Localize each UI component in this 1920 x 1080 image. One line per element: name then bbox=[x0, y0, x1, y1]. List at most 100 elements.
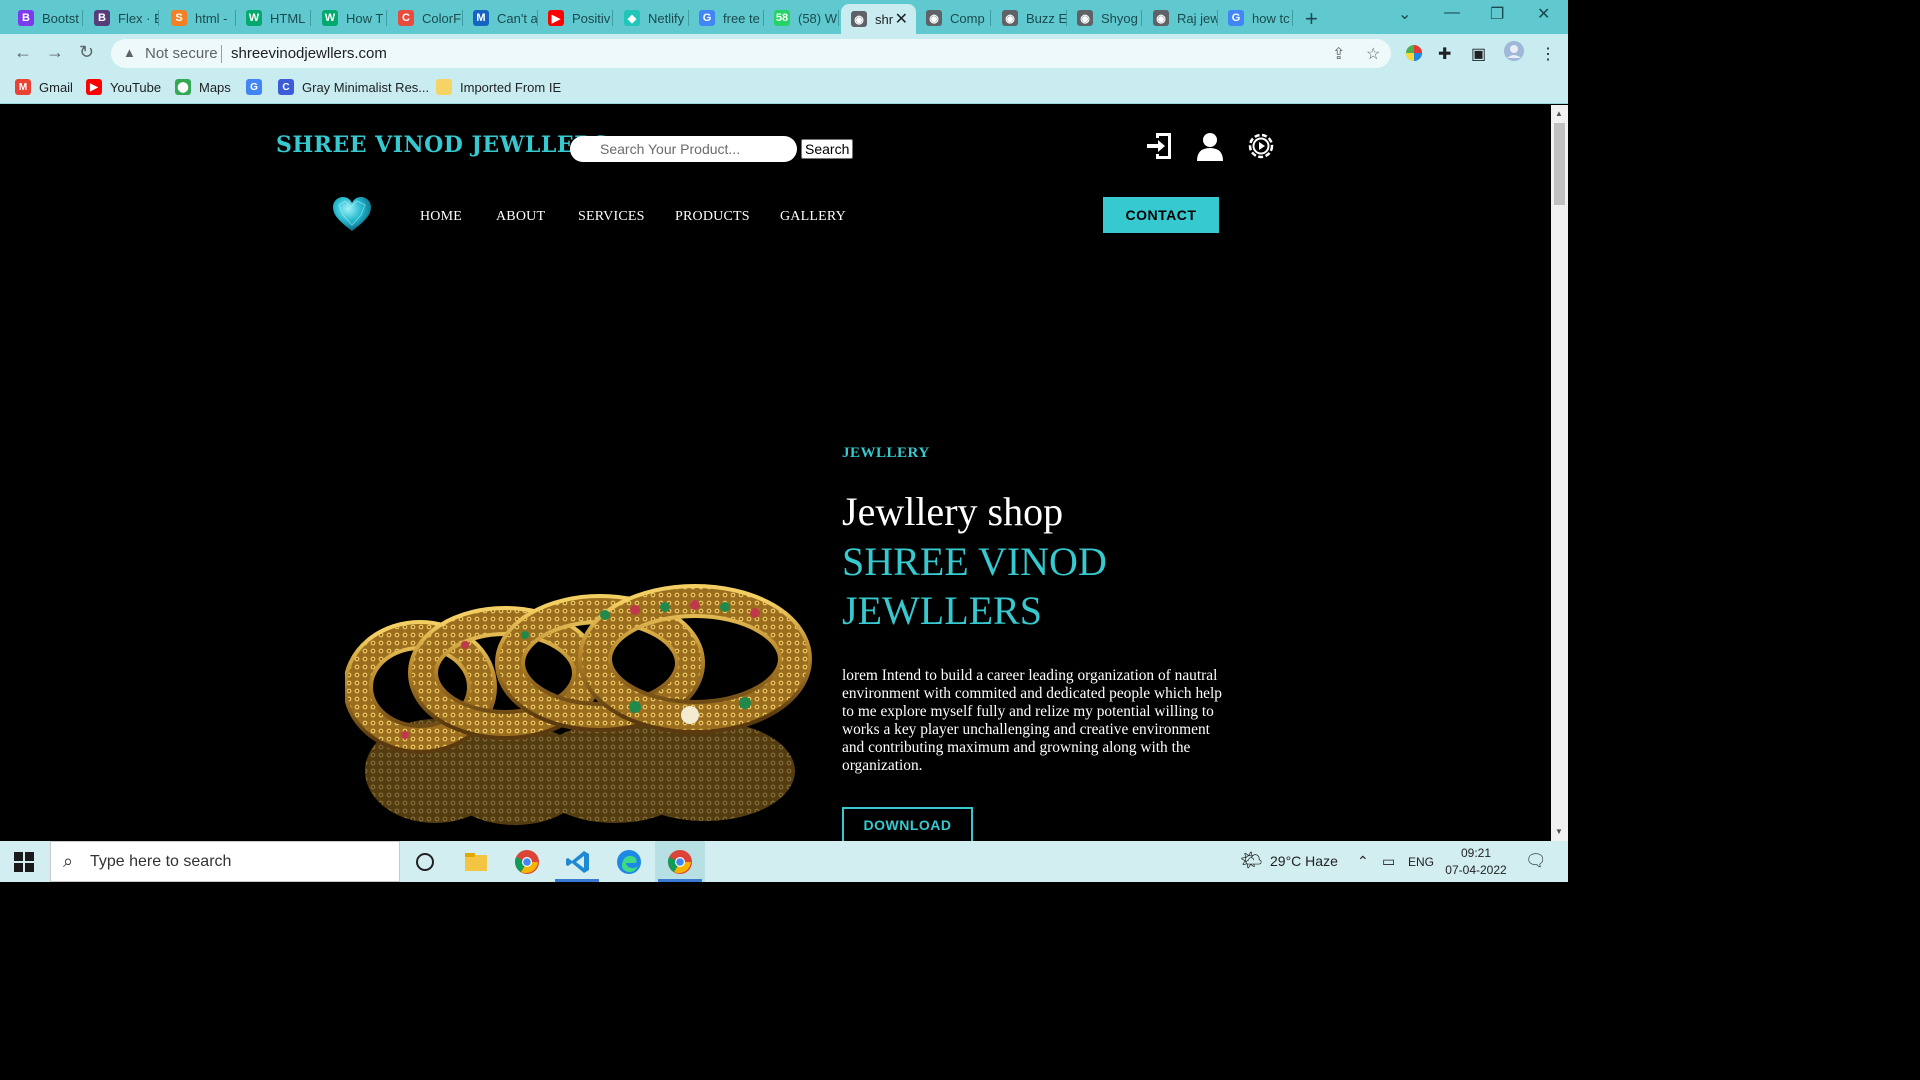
windows-taskbar: ⌕ Type here to search 🌤 29°C Haze ⌃ ▭ EN… bbox=[0, 841, 1568, 882]
tab-search-icon[interactable]: ⌄ bbox=[1398, 4, 1411, 24]
browser-tab[interactable]: Shtml - bbox=[161, 4, 236, 32]
tray-chevron-icon[interactable]: ⌃ bbox=[1357, 853, 1369, 870]
notifications-icon[interactable]: 🗨 bbox=[1525, 851, 1547, 871]
profile-avatar[interactable] bbox=[1503, 40, 1525, 67]
vscode-icon[interactable] bbox=[565, 849, 591, 875]
browser-tab[interactable]: ◉ Raj jew bbox=[1143, 4, 1218, 32]
browser-tab[interactable]: M Can't a bbox=[463, 4, 538, 32]
browser-tab[interactable]: ◉ Buzz E bbox=[992, 4, 1067, 32]
new-tab-button[interactable]: + bbox=[1305, 6, 1318, 32]
page-scrollbar[interactable]: ▲ ▼ bbox=[1551, 105, 1568, 841]
settings-icon[interactable] bbox=[1245, 130, 1277, 162]
tab-label: shr bbox=[875, 11, 894, 27]
browser-tab[interactable]: B Bootst bbox=[8, 4, 83, 32]
bookmark-label: Gray Minimalist Res... bbox=[302, 79, 430, 95]
tab-separator bbox=[158, 10, 159, 26]
browser-tab[interactable]: Ghow tc bbox=[1218, 4, 1293, 32]
browser-tab[interactable]: C ColorF bbox=[388, 4, 463, 32]
browser-tab[interactable]: ▶ Positiv bbox=[538, 4, 613, 32]
nav-products[interactable]: PRODUCTS bbox=[675, 209, 750, 225]
user-icon[interactable] bbox=[1194, 130, 1226, 162]
close-tab-icon[interactable]: ✕ bbox=[895, 9, 908, 29]
tab-label: html - bbox=[195, 10, 228, 26]
tab-separator bbox=[838, 10, 839, 26]
browser-tab[interactable]: ◉ Shyog bbox=[1067, 4, 1142, 32]
browser-tab[interactable]: Gfree te bbox=[689, 4, 764, 32]
address-toolbar: ← → ↻ ▲ Not secure shreevinodjewllers.co… bbox=[0, 34, 1568, 72]
clock-date: 07-04-2022 bbox=[1445, 863, 1507, 877]
minimize-button[interactable]: — bbox=[1444, 4, 1460, 22]
taskbar-search-placeholder[interactable]: Type here to search bbox=[90, 853, 231, 871]
scroll-down-icon[interactable]: ▼ bbox=[1555, 827, 1563, 836]
bookmark-item[interactable]: ⬤ Maps bbox=[175, 79, 231, 95]
color-extension-icon[interactable] bbox=[1405, 44, 1423, 67]
tab-label: Bootst bbox=[42, 10, 79, 26]
nav-gallery[interactable]: GALLERY bbox=[780, 209, 846, 225]
forward-icon[interactable]: → bbox=[46, 42, 64, 63]
task-view-icon[interactable] bbox=[412, 849, 438, 875]
gold-bangles-image bbox=[345, 584, 812, 825]
tab-separator bbox=[310, 10, 311, 26]
windows-start-icon[interactable] bbox=[14, 852, 34, 872]
clock[interactable]: 09:21 07-04-2022 bbox=[1440, 845, 1512, 879]
weather-icon[interactable]: 🌤 bbox=[1240, 850, 1263, 871]
chrome-menu-icon[interactable]: ⋮ bbox=[1540, 44, 1556, 64]
download-button[interactable]: DOWNLOAD bbox=[842, 807, 973, 841]
maximize-button[interactable]: ❐ bbox=[1490, 4, 1504, 24]
bookmark-label: Gmail bbox=[39, 79, 73, 95]
tab-separator bbox=[612, 10, 613, 26]
tab-favicon-icon: B bbox=[94, 10, 110, 26]
browser-tab[interactable]: W How T bbox=[312, 4, 387, 32]
tab-label: How T bbox=[346, 10, 384, 26]
network-icon[interactable]: ▭ bbox=[1382, 853, 1395, 870]
browser-tab[interactable]: ◉ Comp bbox=[916, 4, 991, 32]
bookmark-star-icon[interactable]: ☆ bbox=[1366, 44, 1380, 64]
extensions-icon[interactable]: ✚ bbox=[1438, 44, 1451, 64]
share-icon[interactable]: ⇪ bbox=[1332, 44, 1345, 64]
weather-text[interactable]: 29°C Haze bbox=[1270, 853, 1338, 869]
search-button[interactable]: Search bbox=[801, 139, 854, 159]
tab-favicon-icon: W bbox=[246, 10, 262, 26]
edge-icon[interactable] bbox=[616, 849, 642, 875]
hero-eyebrow: JEWLLERY bbox=[842, 445, 930, 461]
back-icon[interactable]: ← bbox=[14, 42, 32, 63]
bookmark-icon: ▶ bbox=[86, 79, 102, 95]
chrome-icon[interactable] bbox=[514, 849, 540, 875]
browser-tab[interactable]: W HTML bbox=[236, 4, 311, 32]
nav-about[interactable]: ABOUT bbox=[496, 209, 545, 225]
language-indicator[interactable]: ENG bbox=[1408, 855, 1434, 869]
tab-strip: B Bootst B Flex · E Shtml - W HTML W How T C Color… bbox=[0, 0, 1568, 34]
bookmark-item[interactable]: ▶ YouTube bbox=[86, 79, 161, 95]
scroll-up-icon[interactable]: ▲ bbox=[1555, 109, 1563, 118]
contact-button[interactable]: CONTACT bbox=[1103, 197, 1219, 233]
site-logo[interactable]: SHREE VINOD JEWLLERS bbox=[276, 132, 609, 158]
heart-gem-logo[interactable] bbox=[331, 195, 373, 233]
nav-home[interactable]: HOME bbox=[420, 209, 462, 225]
bookmark-icon: M bbox=[15, 79, 31, 95]
bookmark-item[interactable]: Imported From IE bbox=[436, 79, 561, 95]
nav-services[interactable]: SERVICES bbox=[578, 209, 645, 225]
side-panel-icon[interactable]: ▣ bbox=[1471, 44, 1486, 64]
close-window-button[interactable]: ✕ bbox=[1537, 4, 1550, 24]
product-search-input[interactable] bbox=[570, 136, 797, 162]
tab-favicon-icon: G bbox=[699, 10, 715, 26]
browser-tab[interactable]: ◉ shr ✕ bbox=[841, 4, 916, 34]
bookmark-item[interactable]: M Gmail bbox=[15, 79, 73, 95]
file-explorer-icon[interactable] bbox=[463, 849, 489, 875]
bookmark-item[interactable]: G bbox=[246, 79, 270, 95]
scrollbar-thumb[interactable] bbox=[1554, 123, 1565, 205]
login-icon[interactable] bbox=[1144, 130, 1176, 162]
browser-tab[interactable]: B Flex · E bbox=[84, 4, 159, 32]
reload-icon[interactable]: ↻ bbox=[79, 42, 94, 63]
url-text[interactable]: shreevinodjewllers.com bbox=[231, 45, 387, 62]
omnibox[interactable]: ▲ Not secure shreevinodjewllers.com ⇪ ☆ bbox=[111, 39, 1391, 68]
chrome-profile-icon[interactable] bbox=[667, 849, 693, 875]
tab-favicon-icon: ▶ bbox=[548, 10, 564, 26]
bookmark-item[interactable]: C Gray Minimalist Res... bbox=[278, 79, 429, 95]
warning-icon[interactable]: ▲ bbox=[123, 45, 136, 60]
taskbar-search-box[interactable]: ⌕ Type here to search bbox=[50, 841, 400, 882]
tab-favicon-icon: ◆ bbox=[624, 10, 640, 26]
security-label[interactable]: Not secure bbox=[145, 45, 218, 62]
browser-tab[interactable]: 58 (58) W bbox=[764, 4, 839, 32]
browser-tab[interactable]: ◆ Netlify bbox=[614, 4, 689, 32]
